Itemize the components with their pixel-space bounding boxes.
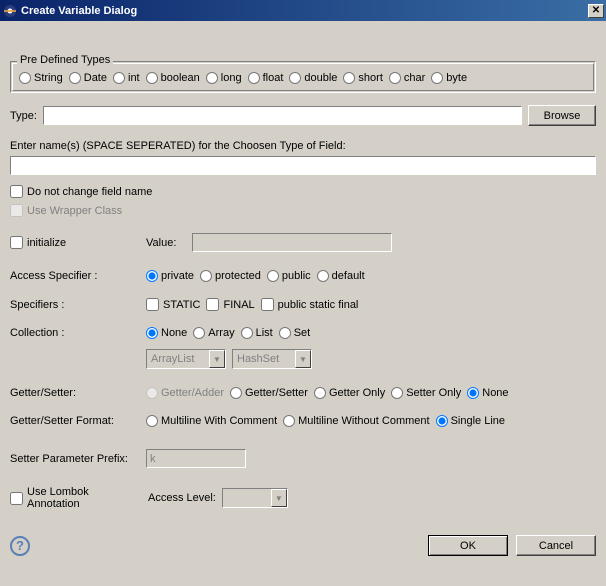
predef-long-radio[interactable] <box>206 72 218 84</box>
gsf-multilinewithcomment-radio[interactable] <box>146 415 158 427</box>
predef-string-radio[interactable] <box>19 72 31 84</box>
titlebar: Create Variable Dialog ✕ <box>0 0 606 21</box>
predef-char-radio[interactable] <box>389 72 401 84</box>
predef-short-radio[interactable] <box>343 72 355 84</box>
gs-getteronly-radio[interactable] <box>314 387 326 399</box>
lombok-label: Use Lombok Annotation <box>27 486 142 510</box>
no-change-checkbox[interactable] <box>10 185 23 198</box>
predefined-types-group: Pre Defined Types StringDateintbooleanlo… <box>10 61 596 93</box>
names-input[interactable] <box>10 156 596 175</box>
access-public-radio[interactable] <box>267 270 279 282</box>
gs-setteronly-radio[interactable] <box>391 387 403 399</box>
getter-setter-format-label: Getter/Setter Format: <box>10 415 140 427</box>
predef-boolean-radio[interactable] <box>146 72 158 84</box>
getter-setter-label: Getter/Setter: <box>10 387 140 399</box>
predef-double-radio[interactable] <box>289 72 301 84</box>
names-label: Enter name(s) (SPACE SEPERATED) for the … <box>10 140 596 152</box>
initialize-label: initialize <box>27 237 66 249</box>
set-impl-dropdown: HashSet ▼ <box>232 349 312 369</box>
browse-button[interactable]: Browse <box>528 105 596 126</box>
access-level-label: Access Level: <box>148 492 216 504</box>
spec-publicstaticfinal-checkbox[interactable] <box>261 298 274 311</box>
gsf-multilinewithoutcomment-radio[interactable] <box>283 415 295 427</box>
list-impl-dropdown: ArrayList ▼ <box>146 349 226 369</box>
setter-prefix-label: Setter Parameter Prefix: <box>10 453 140 465</box>
collection-label: Collection : <box>10 327 140 339</box>
lombok-checkbox[interactable] <box>10 492 23 505</box>
app-icon <box>2 3 18 19</box>
specifiers-label: Specifiers : <box>10 299 140 311</box>
setter-prefix-input <box>146 449 246 468</box>
access-specifier-label: Access Specifier : <box>10 270 140 282</box>
predef-float-radio[interactable] <box>248 72 260 84</box>
coll-list-radio[interactable] <box>241 327 253 339</box>
predef-date-radio[interactable] <box>69 72 81 84</box>
help-icon[interactable]: ? <box>10 536 30 556</box>
predefined-types-legend: Pre Defined Types <box>17 54 113 66</box>
access-level-dropdown: ▼ <box>222 488 288 508</box>
gs-getteradder-radio <box>146 387 158 399</box>
coll-array-radio[interactable] <box>193 327 205 339</box>
chevron-down-icon: ▼ <box>295 350 311 368</box>
no-change-label: Do not change field name <box>27 186 152 198</box>
type-label: Type: <box>10 110 37 122</box>
ok-button[interactable]: OK <box>428 535 508 556</box>
access-protected-radio[interactable] <box>200 270 212 282</box>
titlebar-text: Create Variable Dialog <box>21 5 588 17</box>
coll-none-radio[interactable] <box>146 327 158 339</box>
access-default-radio[interactable] <box>317 270 329 282</box>
chevron-down-icon: ▼ <box>271 489 287 507</box>
value-input <box>192 233 392 252</box>
initialize-checkbox[interactable] <box>10 236 23 249</box>
value-label: Value: <box>146 237 186 249</box>
predef-byte-radio[interactable] <box>431 72 443 84</box>
spec-static-checkbox[interactable] <box>146 298 159 311</box>
coll-set-radio[interactable] <box>279 327 291 339</box>
gsf-singleline-radio[interactable] <box>436 415 448 427</box>
wrapper-checkbox <box>10 204 23 217</box>
gs-gettersetter-radio[interactable] <box>230 387 242 399</box>
close-icon[interactable]: ✕ <box>588 4 604 18</box>
gs-none-radio[interactable] <box>467 387 479 399</box>
access-private-radio[interactable] <box>146 270 158 282</box>
chevron-down-icon: ▼ <box>209 350 225 368</box>
wrapper-label: Use Wrapper Class <box>27 205 122 217</box>
spec-final-checkbox[interactable] <box>206 298 219 311</box>
predef-int-radio[interactable] <box>113 72 125 84</box>
type-input[interactable] <box>43 106 522 125</box>
cancel-button[interactable]: Cancel <box>516 535 596 556</box>
